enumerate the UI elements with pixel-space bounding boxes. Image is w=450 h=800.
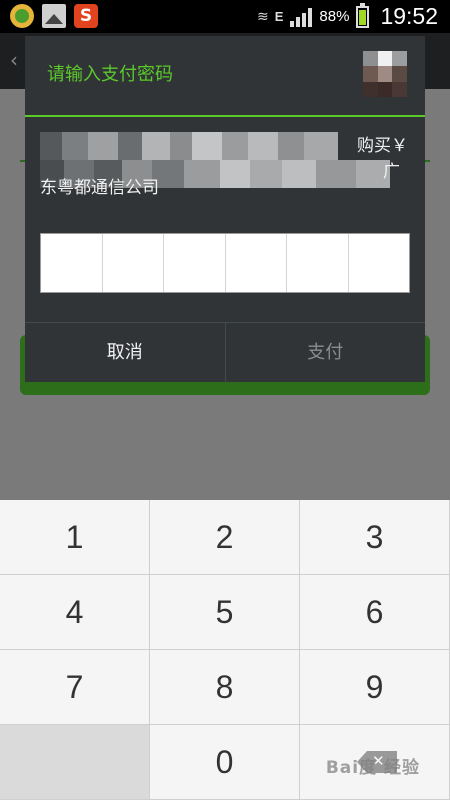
cancel-button[interactable]: 取消 [25, 323, 226, 383]
password-digit-3 [164, 234, 226, 292]
status-bar: S ≋ E 88% 19:52 [0, 0, 450, 33]
back-icon: ‹ [10, 48, 18, 72]
key-9[interactable]: 9 [300, 650, 450, 725]
payment-password-dialog: 请输入支付密码 购买￥ 广 东粤都通信公司 取消 支付 [25, 36, 426, 383]
key-1[interactable]: 1 [0, 500, 150, 575]
key-2[interactable]: 2 [150, 500, 300, 575]
key-7[interactable]: 7 [0, 650, 150, 725]
gallery-icon [42, 4, 66, 28]
clock: 19:52 [380, 3, 438, 29]
password-digit-5 [287, 234, 349, 292]
redacted-text-mosaic [40, 132, 340, 160]
key-5[interactable]: 5 [150, 575, 300, 650]
watermark: Bai度 经验 [325, 758, 420, 778]
password-digit-1 [41, 234, 103, 292]
password-digit-6 [349, 234, 410, 292]
network-type: E [274, 9, 284, 24]
sogou-s-icon: S [74, 4, 98, 28]
description-guang-text: 广 [383, 162, 400, 182]
key-4[interactable]: 4 [0, 575, 150, 650]
screen: S ≋ E 88% 19:52 ‹ 请输入支付密码 购买￥ 广 东粤都通信公司 … [0, 0, 450, 800]
avatar [363, 51, 407, 97]
dialog-actions: 取消 支付 [25, 322, 426, 383]
dialog-divider [25, 115, 425, 117]
password-digit-2 [103, 234, 164, 292]
notification-icons: S [10, 4, 98, 28]
vibrate-icon: ≋ [257, 8, 269, 24]
pay-button[interactable]: 支付 [226, 323, 426, 383]
payment-description: 购买￥ 广 东粤都通信公司 [40, 132, 410, 204]
dialog-title: 请输入支付密码 [47, 64, 173, 85]
signal-icon [290, 7, 313, 27]
description-buy-text: 购买￥ [357, 136, 408, 156]
battery-percent: 88% [319, 8, 350, 25]
key-0[interactable]: 0 [150, 725, 300, 800]
app-green-circle-icon [10, 4, 34, 28]
password-digit-4 [226, 234, 287, 292]
key-8[interactable]: 8 [150, 650, 300, 725]
key-blank [0, 725, 150, 800]
battery-icon [356, 2, 370, 28]
password-input[interactable] [40, 233, 410, 293]
key-6[interactable]: 6 [300, 575, 450, 650]
description-merchant: 东粤都通信公司 [40, 178, 159, 198]
key-3[interactable]: 3 [300, 500, 450, 575]
